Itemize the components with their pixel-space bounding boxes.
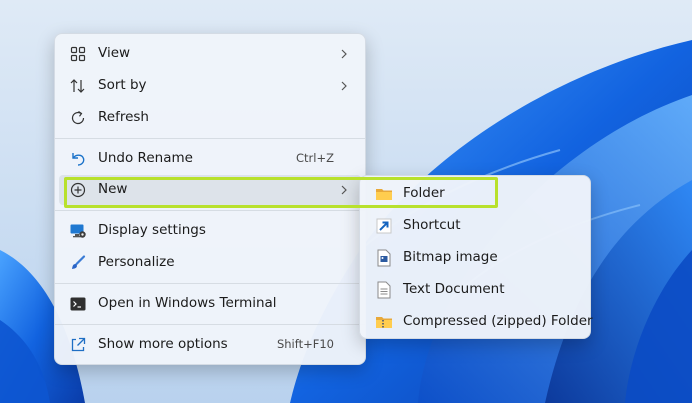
menu-item-refresh[interactable]: Refresh — [59, 103, 361, 133]
submenu-item-label: Bitmap image — [403, 249, 498, 265]
shortcut-arrow-icon — [374, 216, 394, 236]
grid-icon — [68, 44, 88, 64]
keyboard-shortcut: Ctrl+Z — [296, 151, 334, 165]
menu-item-new[interactable]: New — [59, 175, 361, 205]
desktop-context-menu: View Sort by Refresh Undo Rename Ctrl+Z — [54, 33, 366, 365]
chevron-right-icon — [341, 185, 347, 195]
paintbrush-icon — [68, 253, 88, 273]
submenu-item-label: Folder — [403, 185, 445, 201]
menu-item-label: Refresh — [98, 109, 149, 125]
menu-item-label: View — [98, 45, 131, 61]
submenu-item-label: Text Document — [403, 281, 505, 297]
menu-item-label: Personalize — [98, 254, 175, 270]
chevron-right-icon — [341, 49, 347, 59]
refresh-icon — [68, 108, 88, 128]
menu-item-label: Undo Rename — [98, 150, 193, 166]
menu-item-undo-rename[interactable]: Undo Rename Ctrl+Z — [59, 144, 361, 174]
menu-item-view[interactable]: View — [59, 39, 361, 69]
submenu-item-text-document[interactable]: Text Document — [364, 275, 586, 305]
bitmap-icon — [374, 248, 394, 268]
menu-item-open-in-terminal[interactable]: Open in Windows Terminal — [59, 289, 361, 319]
undo-icon — [68, 149, 88, 169]
submenu-item-label: Shortcut — [403, 217, 461, 233]
text-document-icon — [374, 280, 394, 300]
menu-item-label: New — [98, 181, 128, 197]
folder-icon — [374, 184, 394, 204]
menu-item-label: Sort by — [98, 77, 147, 93]
zip-folder-icon — [374, 312, 394, 332]
menu-item-display-settings[interactable]: Display settings — [59, 216, 361, 246]
submenu-item-label: Compressed (zipped) Folder — [403, 313, 593, 329]
submenu-item-folder[interactable]: Folder — [364, 179, 586, 209]
chevron-right-icon — [341, 81, 347, 91]
plus-circle-icon — [68, 180, 88, 200]
submenu-item-compressed-folder[interactable]: Compressed (zipped) Folder — [364, 307, 593, 337]
menu-item-label: Display settings — [98, 222, 206, 238]
menu-separator — [55, 324, 365, 325]
menu-item-sort-by[interactable]: Sort by — [59, 71, 361, 101]
display-settings-icon — [68, 221, 88, 241]
share-icon — [68, 335, 88, 355]
submenu-item-bitmap-image[interactable]: Bitmap image — [364, 243, 586, 273]
menu-separator — [55, 210, 365, 211]
new-submenu: Folder Shortcut Bitmap image Text Docume… — [359, 175, 593, 339]
menu-item-label: Open in Windows Terminal — [98, 295, 277, 311]
keyboard-shortcut: Shift+F10 — [276, 337, 334, 351]
menu-separator — [55, 138, 365, 139]
submenu-item-shortcut[interactable]: Shortcut — [364, 211, 586, 241]
menu-item-personalize[interactable]: Personalize — [59, 248, 361, 278]
terminal-icon — [68, 294, 88, 314]
menu-item-show-more-options[interactable]: Show more options Shift+F10 — [59, 330, 361, 360]
menu-separator — [55, 283, 365, 284]
sort-arrows-icon — [68, 76, 88, 96]
menu-item-label: Show more options — [98, 336, 228, 352]
